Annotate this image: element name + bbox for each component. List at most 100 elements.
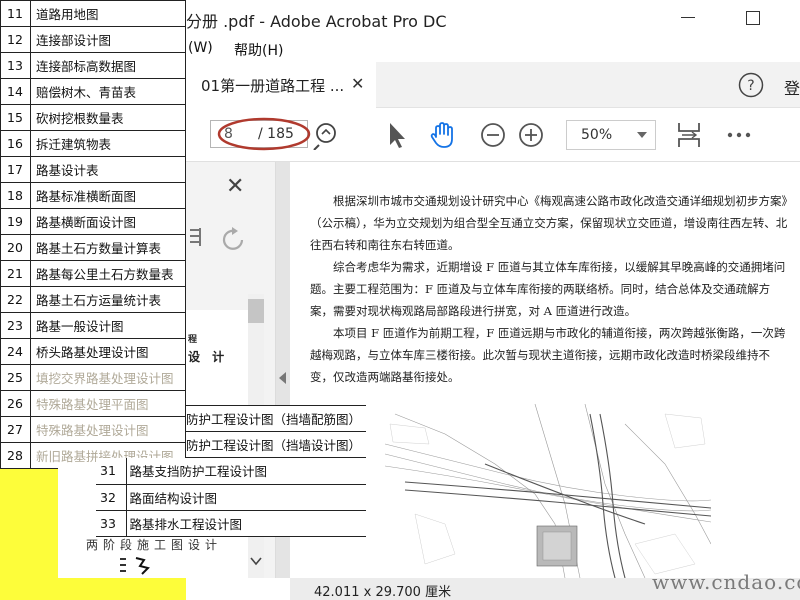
zoom-in-icon[interactable] bbox=[516, 120, 546, 150]
toc-row-number: 14 bbox=[0, 78, 31, 105]
toc-row-title: 路基土石方数量计算表 bbox=[30, 234, 186, 261]
maximize-button[interactable] bbox=[740, 4, 766, 30]
toc-row: 25 填挖交界路基处理设计图 bbox=[0, 364, 186, 391]
toc-row-number: 22 bbox=[0, 286, 31, 313]
zoom-value: 50% bbox=[581, 127, 613, 143]
toc-row: 17 路基设计表 bbox=[0, 156, 186, 183]
toc-row-title: 赔偿树木、青苗表 bbox=[30, 78, 186, 105]
toc-row-number: 12 bbox=[0, 26, 31, 53]
doc-paragraph: 本项目 F 匝道作为前期工程，F 匝道远期与市政化的辅道衔接，两次跨越张衡路，一… bbox=[310, 326, 786, 384]
toc-row-number: 23 bbox=[0, 312, 31, 339]
toc-row-number: 20 bbox=[0, 234, 31, 261]
toc-row-number: 28 bbox=[0, 442, 31, 469]
toc-table-upper: 11 道路用地图 12 连接部设计图 13 连接部标高数据图 14 赔偿树木、青苗表 15 砍树挖… bbox=[0, 0, 186, 469]
scroll-down-icon[interactable] bbox=[250, 556, 262, 566]
menu-window[interactable]: (W) bbox=[188, 40, 213, 56]
toc-row: 19 路基横断面设计图 bbox=[0, 208, 186, 235]
toc-row: 15 砍树挖根数量表 bbox=[0, 104, 186, 131]
doc-paragraph: 主要工程范围为：F 匝道及与立体车库衔接的两联络桥。同时，结合总体及交通疏解方案… bbox=[310, 282, 771, 318]
toc-row: 14 赔偿树木、青苗表 bbox=[0, 78, 186, 105]
toc-row-title: 防护工程设计图（挡墙设计图） bbox=[186, 431, 366, 458]
toc-row-title: 路基支挡防护工程设计图 bbox=[126, 458, 366, 485]
toc-row: 21 路基每公里土石方数量表 bbox=[0, 260, 186, 287]
help-icon[interactable]: ? bbox=[738, 72, 764, 98]
pane-scroll-thumb[interactable] bbox=[248, 299, 264, 323]
toc-row-number: 15 bbox=[0, 104, 31, 131]
zoom-search-icon[interactable] bbox=[312, 120, 342, 150]
toc-row-title: 路基设计表 bbox=[30, 156, 186, 183]
pane-close-icon[interactable]: ✕ bbox=[226, 174, 244, 199]
toc-row-number: 16 bbox=[0, 130, 31, 157]
toc-row-number: 25 bbox=[0, 364, 31, 391]
toc-row-number: 21 bbox=[0, 260, 31, 287]
toc-row: 32 路面结构设计图 bbox=[96, 484, 366, 511]
toc-row: 27 特殊路基处理设计图 bbox=[0, 416, 186, 443]
toc-table-lower: 31 路基支挡防护工程设计图 32 路面结构设计图 33 路基排水工程设计图 bbox=[96, 458, 366, 537]
thumbnail-title: 程 bbox=[188, 335, 198, 345]
site-plan-drawing bbox=[385, 404, 711, 578]
zoom-out-icon[interactable] bbox=[478, 120, 508, 150]
pane-tool-icon[interactable] bbox=[186, 224, 204, 254]
toc-row-number: 19 bbox=[0, 208, 31, 235]
toc-row: 33 路基排水工程设计图 bbox=[96, 510, 366, 537]
minimize-button[interactable] bbox=[676, 4, 702, 30]
window-title: 分册 .pdf - Adobe Acrobat Pro DC bbox=[186, 12, 447, 31]
toc-row-number: 32 bbox=[96, 484, 127, 511]
zoom-select[interactable]: 50% bbox=[566, 120, 656, 150]
annotation-ellipse bbox=[217, 117, 311, 151]
toc-row: 23 路基一般设计图 bbox=[0, 312, 186, 339]
watermark-text: www.cndao.com bbox=[652, 570, 800, 594]
tab-close-icon[interactable]: ✕ bbox=[351, 74, 364, 93]
document-view[interactable]: 根据深圳市城市交通规划设计研究中心《梅观高速公路市政化改造交通详细规划初步方案》… bbox=[290, 162, 800, 578]
pdf-page: 根据深圳市城市交通规划设计研究中心《梅观高速公路市政化改造交通详细规划初步方案》… bbox=[290, 162, 800, 578]
toc-row: 12 连接部设计图 bbox=[0, 26, 186, 53]
toc-row-title: 特殊路基处理设计图 bbox=[30, 416, 186, 443]
toc-row: 20 路基土石方数量计算表 bbox=[0, 234, 186, 261]
toc-row-title: 砍树挖根数量表 bbox=[30, 104, 186, 131]
signature-mark bbox=[120, 557, 150, 575]
toc-row: 防护工程设计图（挡墙配筋图） bbox=[186, 405, 366, 432]
pointer-icon[interactable] bbox=[382, 120, 412, 150]
toc-row: 24 桥头路基处理设计图 bbox=[0, 338, 186, 365]
toc-row-number: 17 bbox=[0, 156, 31, 183]
collapse-left-icon bbox=[279, 372, 286, 384]
toc-row-number: 31 bbox=[96, 458, 127, 485]
toc-row-title: 道路用地图 bbox=[30, 0, 186, 27]
toc-row-title: 路基标准横断面图 bbox=[30, 182, 186, 209]
page-dimensions: 42.011 x 29.700 厘米 bbox=[314, 585, 452, 600]
fit-page-icon[interactable] bbox=[674, 120, 704, 150]
toc-row: 防护工程设计图（挡墙设计图） bbox=[186, 431, 366, 458]
rotate-icon[interactable] bbox=[220, 226, 250, 254]
menu-help[interactable]: 帮助(H) bbox=[234, 40, 283, 60]
toc-row-title: 路基每公里土石方数量表 bbox=[30, 260, 186, 287]
toc-row-number: 33 bbox=[96, 510, 127, 537]
toc-row-number: 26 bbox=[0, 390, 31, 417]
toc-row-number: 18 bbox=[0, 182, 31, 209]
toc-row-title: 路基横断面设计图 bbox=[30, 208, 186, 235]
hand-icon[interactable] bbox=[428, 120, 458, 150]
toc-row: 22 路基土石方运量统计表 bbox=[0, 286, 186, 313]
status-bar: 42.011 x 29.700 厘米 www.cndao.com bbox=[290, 570, 800, 600]
toc-table-partial: 防护工程设计图（挡墙配筋图） 防护工程设计图（挡墙设计图） bbox=[186, 405, 366, 458]
toc-row-title: 拆迁建筑物表 bbox=[30, 130, 186, 157]
doc-paragraph: 根据深圳市城市交通规划设计研究中心《梅观高速公路市政化改造交通详细规划初步方案》… bbox=[310, 194, 788, 252]
toc-row: 26 特殊路基处理平面图 bbox=[0, 390, 186, 417]
toc-row: 31 路基支挡防护工程设计图 bbox=[96, 458, 366, 485]
toc-row-title: 路基排水工程设计图 bbox=[126, 510, 366, 537]
login-button[interactable]: 登 bbox=[784, 75, 800, 99]
toc-row-title: 路基土石方运量统计表 bbox=[30, 286, 186, 313]
toc-row-title: 特殊路基处理平面图 bbox=[30, 390, 186, 417]
toc-row-title: 连接部设计图 bbox=[30, 26, 186, 53]
toc-row-number: 24 bbox=[0, 338, 31, 365]
thumbnail-subtitle: 设 计 bbox=[188, 350, 229, 364]
document-tab[interactable]: 01第一册道路工程 ... ✕ bbox=[186, 62, 376, 108]
toc-row: 18 路基标准横断面图 bbox=[0, 182, 186, 209]
document-tab-label: 01第一册道路工程 ... bbox=[201, 77, 345, 95]
toc-row: 13 连接部标高数据图 bbox=[0, 52, 186, 79]
toc-row-number: 11 bbox=[0, 0, 31, 27]
help-icon-glyph: ? bbox=[747, 78, 754, 94]
more-icon[interactable] bbox=[724, 120, 754, 150]
toc-row-number: 13 bbox=[0, 52, 31, 79]
toc-row-number: 27 bbox=[0, 416, 31, 443]
toc-row-title: 路基一般设计图 bbox=[30, 312, 186, 339]
